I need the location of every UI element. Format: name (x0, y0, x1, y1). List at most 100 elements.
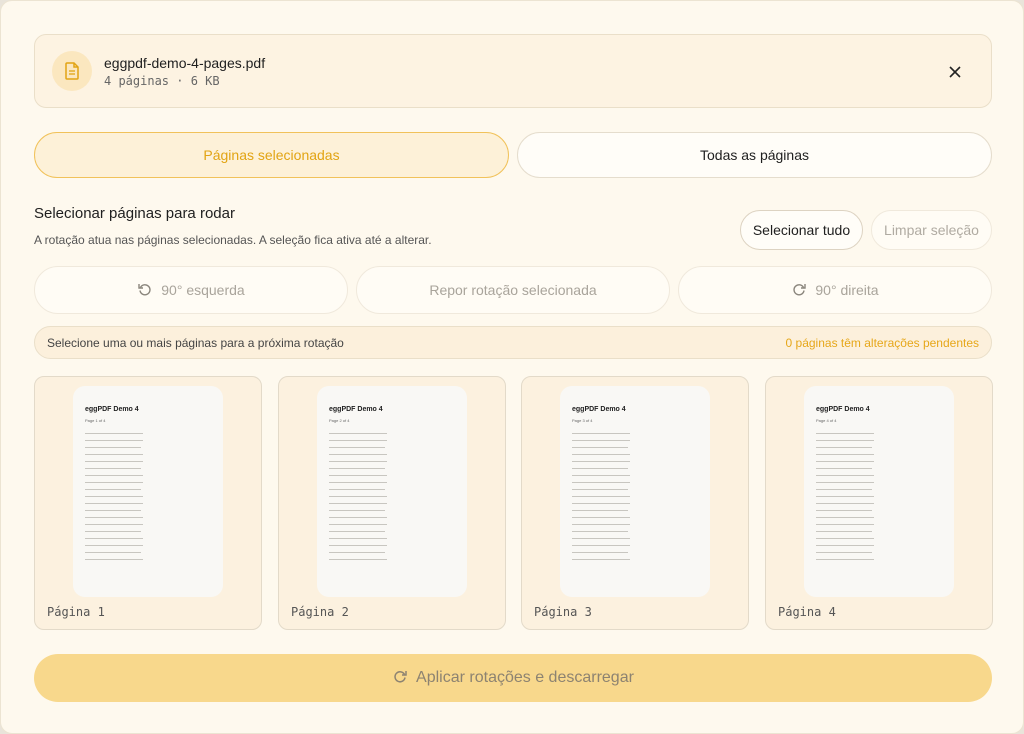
apply-label: Aplicar rotações e descarregar (416, 669, 634, 686)
thumbnail-title: eggPDF Demo 4 (329, 406, 383, 413)
reset-rotation-button[interactable]: Repor rotação selecionada (356, 266, 670, 314)
status-hint: Selecione uma ou mais páginas para a pró… (47, 336, 344, 350)
thumbnail-text-line (329, 524, 387, 525)
thumbnail-text-line (572, 496, 630, 497)
thumbnail-text-line (572, 503, 630, 504)
thumbnail-text-line (572, 447, 628, 448)
thumbnail-text-line (572, 517, 630, 518)
thumbnail-text-line (816, 538, 874, 539)
thumbnail-text-line (816, 454, 874, 455)
rotate-right-label: 90° direita (815, 282, 879, 298)
document-icon (52, 51, 92, 91)
thumbnail-title: eggPDF Demo 4 (85, 406, 139, 413)
thumbnail-text-line (85, 461, 143, 462)
thumbnail-text-line (329, 559, 387, 560)
thumbnail-text-line (816, 552, 872, 553)
rotate-icon (392, 668, 408, 689)
thumbnail-subtitle: Page 3 of 4 (572, 418, 593, 423)
section-title: Selecionar páginas para rodar (34, 205, 235, 222)
rotate-left-label: 90° esquerda (161, 282, 245, 298)
section-description: A rotação atua nas páginas selecionadas.… (34, 233, 432, 247)
thumbnail-text-line (85, 475, 143, 476)
clear-selection-button[interactable]: Limpar seleção (871, 210, 992, 250)
page-card[interactable]: eggPDF Demo 4 Page 1 of 4 Página 1 (34, 376, 262, 630)
thumbnail-text-line (329, 433, 387, 434)
thumbnail-text-line (329, 475, 387, 476)
select-all-button[interactable]: Selecionar tudo (740, 210, 863, 250)
page-card[interactable]: eggPDF Demo 4 Page 2 of 4 Página 2 (278, 376, 506, 630)
thumbnail-text-line (572, 552, 628, 553)
thumbnail-text-line (572, 482, 630, 483)
thumbnail-text-line (85, 559, 143, 560)
thumbnail-text-line (329, 510, 385, 511)
thumbnail-text-line (816, 496, 874, 497)
thumbnail-text-line (572, 545, 630, 546)
thumbnail-title: eggPDF Demo 4 (572, 406, 626, 413)
tab-all-pages[interactable]: Todas as páginas (517, 132, 992, 178)
thumbnail-text-line (572, 433, 630, 434)
thumbnail-text-line (329, 545, 387, 546)
thumbnail-text-line (329, 440, 387, 441)
thumbnail-text-line (572, 454, 630, 455)
thumbnail-text-line (329, 531, 385, 532)
thumbnail-text-line (816, 503, 874, 504)
tab-selected-pages[interactable]: Páginas selecionadas (34, 132, 509, 178)
thumbnail-text-line (85, 482, 143, 483)
thumbnail-text-line (85, 433, 143, 434)
thumbnail-text-line (329, 552, 385, 553)
thumbnail-text-line (329, 482, 387, 483)
thumbnail-text-line (572, 468, 628, 469)
thumbnail-text-line (329, 447, 385, 448)
thumbnail-subtitle: Page 2 of 4 (329, 418, 350, 423)
thumbnail-text-line (329, 461, 387, 462)
rotate-left-button[interactable]: 90° esquerda (34, 266, 348, 314)
thumbnail-text-line (816, 517, 874, 518)
thumbnail-text-line (85, 531, 141, 532)
thumbnail-text-line (85, 517, 143, 518)
thumbnail-text-line (85, 447, 141, 448)
thumbnail-text-line (85, 454, 143, 455)
thumbnail-text-line (329, 489, 385, 490)
thumbnail-text-line (329, 468, 385, 469)
page-label: Página 2 (291, 605, 349, 619)
thumbnail-text-line (85, 552, 141, 553)
rotate-left-icon (137, 281, 153, 300)
thumbnail-text-line (572, 461, 630, 462)
thumbnail-text-line (816, 475, 874, 476)
thumbnail-text-line (572, 531, 628, 532)
rotate-right-button[interactable]: 90° direita (678, 266, 992, 314)
page-label: Página 4 (778, 605, 836, 619)
thumbnail-text-line (816, 447, 872, 448)
thumbnail-text-line (816, 482, 874, 483)
thumbnail-text-line (329, 538, 387, 539)
page-thumbnail: eggPDF Demo 4 Page 4 of 4 (804, 386, 954, 597)
thumbnail-text-line (85, 468, 141, 469)
thumbnail-text-line (85, 524, 143, 525)
status-bar: Selecione uma ou mais páginas para a pró… (34, 326, 992, 359)
file-name: eggpdf-demo-4-pages.pdf (104, 55, 266, 71)
thumbnail-text-line (816, 510, 872, 511)
thumbnail-text-line (85, 503, 143, 504)
close-icon[interactable] (943, 60, 967, 84)
thumbnail-text-line (329, 454, 387, 455)
thumbnail-text-line (816, 545, 874, 546)
page-thumbnail: eggPDF Demo 4 Page 3 of 4 (560, 386, 710, 597)
apply-rotations-button[interactable]: Aplicar rotações e descarregar (34, 654, 992, 702)
page-card[interactable]: eggPDF Demo 4 Page 4 of 4 Página 4 (765, 376, 993, 630)
thumbnail-text-line (816, 489, 872, 490)
thumbnail-text-line (85, 440, 143, 441)
thumbnail-text-line (572, 524, 630, 525)
thumbnail-text-line (816, 559, 874, 560)
thumbnail-subtitle: Page 4 of 4 (816, 418, 837, 423)
file-card: eggpdf-demo-4-pages.pdf 4 páginas · 6 KB (34, 34, 992, 108)
page-thumbnail: eggPDF Demo 4 Page 2 of 4 (317, 386, 467, 597)
thumbnail-text-line (816, 461, 874, 462)
thumbnail-text-line (816, 433, 874, 434)
thumbnail-text-line (85, 545, 143, 546)
rotate-panel: eggpdf-demo-4-pages.pdf 4 páginas · 6 KB… (0, 0, 1024, 734)
thumbnail-text-line (572, 559, 630, 560)
thumbnail-text-line (816, 524, 874, 525)
page-card[interactable]: eggPDF Demo 4 Page 3 of 4 Página 3 (521, 376, 749, 630)
rotate-right-icon (791, 281, 807, 300)
page-thumbnail: eggPDF Demo 4 Page 1 of 4 (73, 386, 223, 597)
